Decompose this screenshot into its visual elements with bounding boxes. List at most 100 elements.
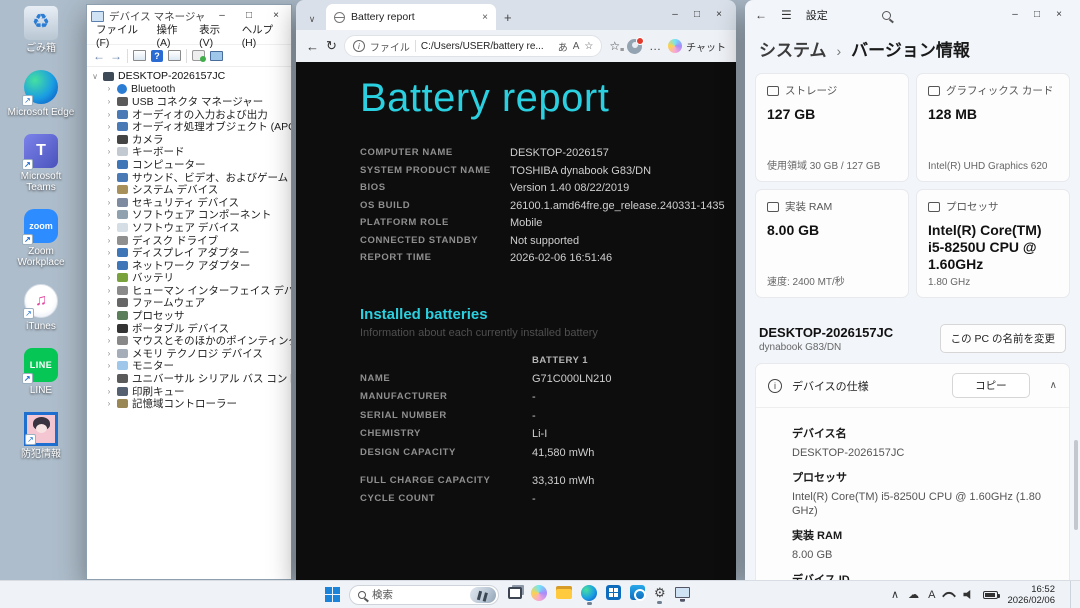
collapse-chevron-icon[interactable]: › — [105, 160, 113, 169]
copilot-button[interactable] — [531, 584, 547, 605]
desktop-icon-microsoft-teams[interactable]: T ↗ Microsoft Teams — [6, 134, 76, 193]
collapse-chevron-icon[interactable]: › — [105, 97, 113, 106]
desktop-icon-line[interactable]: LINE ↗ LINE — [6, 348, 76, 396]
settings-card[interactable]: プロセッサ Intel(R) Core(TM) i5-8250U CPU @ 1.… — [916, 189, 1070, 298]
collapse-chevron-icon[interactable]: › — [105, 84, 113, 93]
settings-card[interactable]: グラフィックス カード 128 MB Intel(R) UHD Graphics 6… — [916, 73, 1070, 182]
edge-button[interactable] — [581, 584, 597, 605]
collapse-chevron-icon[interactable]: › — [105, 261, 113, 270]
volume-icon[interactable] — [963, 590, 971, 599]
onedrive-cloud-icon[interactable]: ☁ — [908, 588, 919, 601]
tree-item[interactable]: › オーディオ処理オブジェクト (APO) — [91, 120, 291, 133]
collapse-chevron-icon[interactable]: › — [105, 336, 113, 345]
collapse-chevron-icon[interactable]: › — [105, 311, 113, 320]
back-icon[interactable]: ← — [93, 49, 105, 63]
collapse-chevron-icon[interactable]: › — [105, 135, 113, 144]
battery-icon[interactable] — [983, 590, 1001, 599]
collapse-chevron-icon[interactable]: › — [105, 198, 113, 207]
collapse-chevron-icon[interactable]: › — [105, 374, 113, 383]
settings-card[interactable]: 実装 RAM 8.00 GB 速度: 2400 MT/秒 — [755, 189, 909, 298]
search-icon[interactable] — [881, 10, 891, 20]
show-list-icon[interactable] — [133, 50, 146, 61]
computer-icon[interactable] — [210, 50, 223, 61]
minimize-button[interactable]: – — [664, 4, 686, 26]
tree-item[interactable]: › カメラ — [91, 133, 291, 146]
profile-avatar[interactable] — [627, 36, 645, 54]
collapse-chevron-icon[interactable]: › — [105, 361, 113, 370]
tray-chevron-up-icon[interactable]: ∧ — [891, 588, 899, 601]
collapse-chevron-icon[interactable]: › — [105, 185, 113, 194]
new-tab-button[interactable]: + — [500, 6, 516, 30]
collapse-chevron-icon[interactable]: › — [105, 399, 113, 408]
more-menu-icon[interactable]: … — [649, 39, 661, 53]
collapse-chevron-icon[interactable]: › — [105, 298, 113, 307]
collapse-chevron-icon[interactable]: › — [105, 147, 113, 156]
device-spec-header[interactable]: i デバイスの仕様 コピー ∧ — [756, 364, 1069, 407]
tree-root-row[interactable]: ∨ DESKTOP-2026157JC — [91, 70, 291, 83]
tree-item[interactable]: ›ユニバーサル シリアル バス コントローラー — [91, 372, 291, 385]
tree-item[interactable]: › ネットワーク アダプター — [91, 259, 291, 272]
collapse-chevron-icon[interactable]: › — [105, 273, 113, 282]
expand-chevron-icon[interactable]: ∨ — [91, 72, 99, 81]
tab-close-icon[interactable]: × — [482, 12, 488, 23]
collections-icon[interactable]: ☆ — [609, 39, 623, 54]
device-manager-button[interactable] — [674, 587, 690, 602]
tree-item[interactable]: › 記憶域コントローラー — [91, 397, 291, 410]
file-explorer-button[interactable] — [556, 586, 572, 603]
collapse-chevron-icon[interactable]: › — [105, 248, 113, 257]
settings-button[interactable]: ⚙ — [654, 585, 666, 604]
help-icon[interactable]: ? — [151, 49, 163, 62]
collapse-chevron-icon[interactable]: › — [105, 110, 113, 119]
address-bar[interactable]: i ファイル C:/Users/USER/battery re... あ A ☆ — [343, 35, 603, 57]
clock[interactable]: 16:52 2026/02/06 — [1007, 584, 1061, 606]
refresh-icon[interactable]: ↻ — [326, 38, 337, 54]
collapse-chevron-icon[interactable]: › — [105, 387, 113, 396]
desktop-icon-zoom-workplace[interactable]: zoom ↗ Zoom Workplace — [6, 209, 76, 268]
close-button[interactable]: × — [708, 4, 730, 26]
tab-search-icon[interactable]: ∨ — [302, 8, 322, 30]
tab-battery-report[interactable]: Battery report × — [326, 4, 496, 30]
tree-item[interactable]: › メモリ テクノロジ デバイス — [91, 347, 291, 360]
copy-button[interactable]: コピー — [952, 373, 1030, 398]
back-icon[interactable]: ← — [306, 39, 319, 54]
desktop-icon-microsoft-edge[interactable]: ↗ Microsoft Edge — [6, 70, 76, 118]
copilot-chat-button[interactable]: チャット — [668, 39, 726, 54]
collapse-chevron-icon[interactable]: › — [105, 236, 113, 245]
microsoft-store-button[interactable] — [606, 585, 621, 604]
collapse-chevron-icon[interactable]: › — [105, 173, 113, 182]
rename-pc-button[interactable]: この PC の名前を変更 — [939, 324, 1066, 353]
scrollbar[interactable] — [1074, 440, 1078, 530]
start-button[interactable] — [325, 587, 340, 602]
scan-hardware-icon[interactable] — [192, 50, 206, 62]
minimize-button[interactable]: – — [1004, 6, 1026, 24]
collapse-chevron-icon[interactable]: › — [105, 210, 113, 219]
task-view-button[interactable] — [508, 586, 522, 603]
hamburger-menu-icon[interactable]: ☰ — [781, 8, 792, 22]
collapse-chevron-icon[interactable]: › — [105, 122, 113, 131]
chevron-up-icon[interactable]: ∧ — [1050, 380, 1057, 391]
collapse-chevron-icon[interactable]: › — [105, 349, 113, 358]
favorite-star-icon[interactable]: ☆ — [584, 41, 593, 52]
desktop-icon-recycle-bin[interactable]: ♻ ごみ箱 — [6, 6, 76, 54]
tree-item[interactable]: › ファームウェア — [91, 297, 291, 309]
wifi-icon[interactable] — [942, 588, 957, 604]
maximize-button[interactable]: □ — [1026, 6, 1048, 24]
maximize-button[interactable]: □ — [686, 4, 708, 26]
collapse-chevron-icon[interactable]: › — [105, 324, 113, 333]
collapse-chevron-icon[interactable]: › — [105, 286, 113, 295]
forward-icon[interactable]: → — [110, 49, 122, 63]
desktop-icon-custom-photo-app[interactable]: ↗ 防犯情報 — [6, 412, 76, 460]
page-info-icon[interactable]: i — [352, 40, 365, 52]
ime-indicator[interactable]: A — [928, 589, 935, 601]
settings-card[interactable]: ストレージ 127 GB 使用領域 30 GB / 127 GB — [755, 73, 909, 182]
taskbar-search[interactable]: 検索 — [349, 584, 499, 605]
show-desktop-button[interactable] — [1070, 580, 1074, 608]
properties-icon[interactable] — [168, 50, 181, 61]
translate-icon[interactable]: あ — [558, 39, 568, 54]
back-icon[interactable]: ← — [755, 8, 767, 22]
outlook-button[interactable] — [630, 585, 646, 604]
close-button[interactable]: × — [1048, 6, 1070, 24]
desktop-icon-itunes[interactable]: ♫ ↗ iTunes — [6, 284, 76, 332]
read-aloud-icon[interactable]: A — [573, 41, 580, 52]
breadcrumb-system[interactable]: システム — [759, 36, 827, 61]
